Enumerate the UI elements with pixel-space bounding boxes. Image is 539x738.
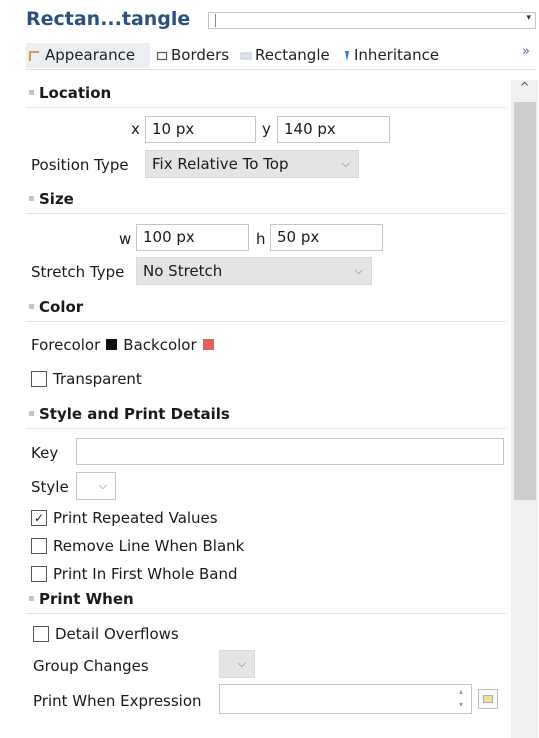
borders-icon <box>156 51 168 60</box>
element-selector-combo[interactable]: ▾ <box>208 12 536 29</box>
chevron-down-icon: ⌵ <box>341 157 350 170</box>
collapse-icon <box>29 596 34 601</box>
stretch-type-select[interactable]: No Stretch ⌵ <box>136 257 372 285</box>
detail-overflows-checkbox[interactable] <box>33 626 49 642</box>
scrollbar-thumb[interactable] <box>514 102 536 500</box>
print-repeated-checkbox[interactable]: ✓ <box>31 510 47 526</box>
detail-overflows-label: Detail Overflows <box>55 625 179 643</box>
style-label: Style <box>31 478 69 496</box>
tab-borders[interactable]: Borders <box>154 43 229 68</box>
position-type-select[interactable]: Fix Relative To Top ⌵ <box>145 150 359 178</box>
x-input[interactable]: 10 px <box>145 116 256 143</box>
element-title: Rectan...tangle <box>26 8 191 30</box>
collapse-icon <box>29 411 34 416</box>
y-input[interactable]: 140 px <box>277 116 390 143</box>
section-print-when[interactable]: Print When <box>26 590 506 614</box>
property-tabs: Appearance Borders Rectangle Inheritance… <box>26 40 536 70</box>
forecolor-row: Forecolor Backcolor <box>31 336 220 354</box>
print-when-expression-label: Print When Expression <box>33 692 202 710</box>
appearance-icon <box>29 50 39 61</box>
backcolor-swatch[interactable] <box>202 339 214 350</box>
section-size[interactable]: Size <box>26 190 506 214</box>
tab-rectangle[interactable]: Rectangle <box>238 43 330 68</box>
h-input[interactable]: 50 px <box>270 224 383 251</box>
more-tabs-icon[interactable]: » <box>522 44 530 59</box>
section-color[interactable]: Color <box>26 298 506 322</box>
appearance-panel: Location x 10 px y 140 px Position Type … <box>26 80 511 738</box>
expression-editor-button[interactable] <box>478 689 498 709</box>
print-first-band-checkbox[interactable] <box>31 566 47 582</box>
transparent-checkbox[interactable] <box>31 371 47 387</box>
key-input[interactable] <box>76 438 504 465</box>
transparent-label: Transparent <box>53 370 142 388</box>
tab-appearance[interactable]: Appearance <box>26 43 150 68</box>
y-label: y <box>262 120 271 138</box>
chevron-down-icon: ⌵ <box>237 657 246 670</box>
print-first-band-label: Print In First Whole Band <box>53 565 238 583</box>
section-style-print[interactable]: Style and Print Details <box>26 405 506 429</box>
forecolor-swatch[interactable] <box>106 339 118 350</box>
w-input[interactable]: 100 px <box>136 224 249 251</box>
key-label: Key <box>31 444 59 462</box>
collapse-icon <box>29 196 34 201</box>
inheritance-icon <box>345 50 349 61</box>
expression-editor-icon <box>483 695 493 703</box>
stretch-type-label: Stretch Type <box>31 263 125 281</box>
h-label: h <box>256 230 266 248</box>
print-repeated-label: Print Repeated Values <box>53 509 218 527</box>
print-when-expression-input[interactable] <box>219 684 472 714</box>
group-changes-label: Group Changes <box>33 657 149 675</box>
position-type-label: Position Type <box>31 156 129 174</box>
chevron-down-icon: ⌵ <box>98 479 107 492</box>
rectangle-icon <box>240 52 252 59</box>
section-location[interactable]: Location <box>26 84 506 108</box>
remove-line-checkbox[interactable] <box>31 538 47 554</box>
chevron-down-icon: ⌵ <box>354 264 363 277</box>
style-select[interactable]: ⌵ <box>76 472 116 500</box>
dropdown-arrow-icon[interactable]: ▾ <box>526 13 531 23</box>
collapse-icon <box>29 304 34 309</box>
scroll-up-arrow-icon[interactable]: ^ <box>511 80 538 100</box>
collapse-icon <box>29 90 34 95</box>
group-changes-select[interactable]: ⌵ <box>219 650 255 678</box>
x-label: x <box>131 120 140 138</box>
remove-line-label: Remove Line When Blank <box>53 537 245 555</box>
w-label: w <box>119 230 132 248</box>
text-cursor <box>215 14 216 27</box>
tab-inheritance[interactable]: Inheritance <box>341 43 439 68</box>
expression-spinner[interactable]: ▴ ▾ <box>454 685 468 713</box>
